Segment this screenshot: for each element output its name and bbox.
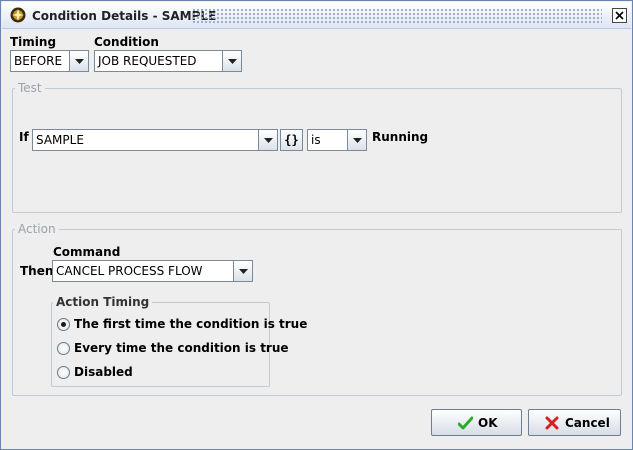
title-bar-grip bbox=[192, 8, 602, 24]
chevron-down-icon bbox=[239, 269, 248, 274]
close-button[interactable] bbox=[612, 8, 627, 23]
chevron-down-icon bbox=[264, 138, 273, 143]
command-value: CANCEL PROCESS FLOW bbox=[56, 264, 203, 278]
operator-select[interactable]: is bbox=[307, 129, 367, 151]
condition-select[interactable]: JOB REQUESTED bbox=[94, 50, 242, 72]
test-subject-value: SAMPLE bbox=[36, 133, 84, 147]
title-bar[interactable]: Condition Details - SAMPLE bbox=[2, 2, 631, 29]
checkmark-icon bbox=[458, 416, 473, 430]
radio-button[interactable] bbox=[57, 342, 70, 355]
condition-details-dialog: Condition Details - SAMPLE Timing BEFORE… bbox=[0, 0, 633, 450]
radio-first-time[interactable]: The first time the condition is true bbox=[57, 316, 307, 334]
state-label: Running bbox=[372, 130, 429, 144]
test-subject-dropdown-arrow[interactable] bbox=[258, 130, 277, 150]
cancel-button[interactable]: Cancel bbox=[528, 409, 621, 436]
if-label: If bbox=[19, 130, 29, 144]
timing-select[interactable]: BEFORE bbox=[10, 50, 89, 72]
command-label: Command bbox=[53, 245, 121, 259]
chevron-down-icon bbox=[353, 138, 362, 143]
command-dropdown-arrow[interactable] bbox=[233, 261, 252, 281]
timing-label: Timing bbox=[10, 35, 57, 49]
condition-dropdown-arrow[interactable] bbox=[222, 51, 241, 71]
app-icon bbox=[10, 7, 26, 23]
timing-dropdown-arrow[interactable] bbox=[69, 51, 88, 71]
chevron-down-icon bbox=[75, 59, 84, 64]
operator-dropdown-arrow[interactable] bbox=[347, 130, 366, 150]
window-title: Condition Details - SAMPLE bbox=[32, 9, 217, 23]
ok-label: OK bbox=[478, 416, 498, 430]
radio-disabled[interactable]: Disabled bbox=[57, 364, 267, 382]
radio-every-time[interactable]: Every time the condition is true bbox=[57, 340, 289, 358]
action-timing-title: Action Timing bbox=[53, 295, 153, 309]
then-label: Then bbox=[20, 264, 54, 278]
radio-every-time-label: Every time the condition is true bbox=[74, 341, 289, 355]
test-subject-select[interactable]: SAMPLE bbox=[32, 129, 278, 151]
radio-disabled-label: Disabled bbox=[74, 365, 133, 379]
cancel-x-icon bbox=[545, 416, 559, 430]
ok-button[interactable]: OK bbox=[431, 409, 522, 436]
operator-value: is bbox=[311, 133, 321, 147]
expression-button[interactable]: {} bbox=[280, 129, 303, 151]
command-select[interactable]: CANCEL PROCESS FLOW bbox=[52, 260, 253, 282]
test-group-title: Test bbox=[15, 81, 45, 95]
cancel-label: Cancel bbox=[565, 416, 610, 430]
radio-first-time-label: The first time the condition is true bbox=[74, 317, 308, 331]
timing-value: BEFORE bbox=[14, 54, 63, 68]
close-icon bbox=[615, 11, 624, 20]
chevron-down-icon bbox=[228, 59, 237, 64]
radio-button-selected[interactable] bbox=[57, 318, 70, 331]
action-group-title: Action bbox=[15, 222, 59, 236]
condition-value: JOB REQUESTED bbox=[98, 54, 197, 68]
condition-label: Condition bbox=[94, 35, 159, 49]
radio-button[interactable] bbox=[57, 366, 70, 379]
